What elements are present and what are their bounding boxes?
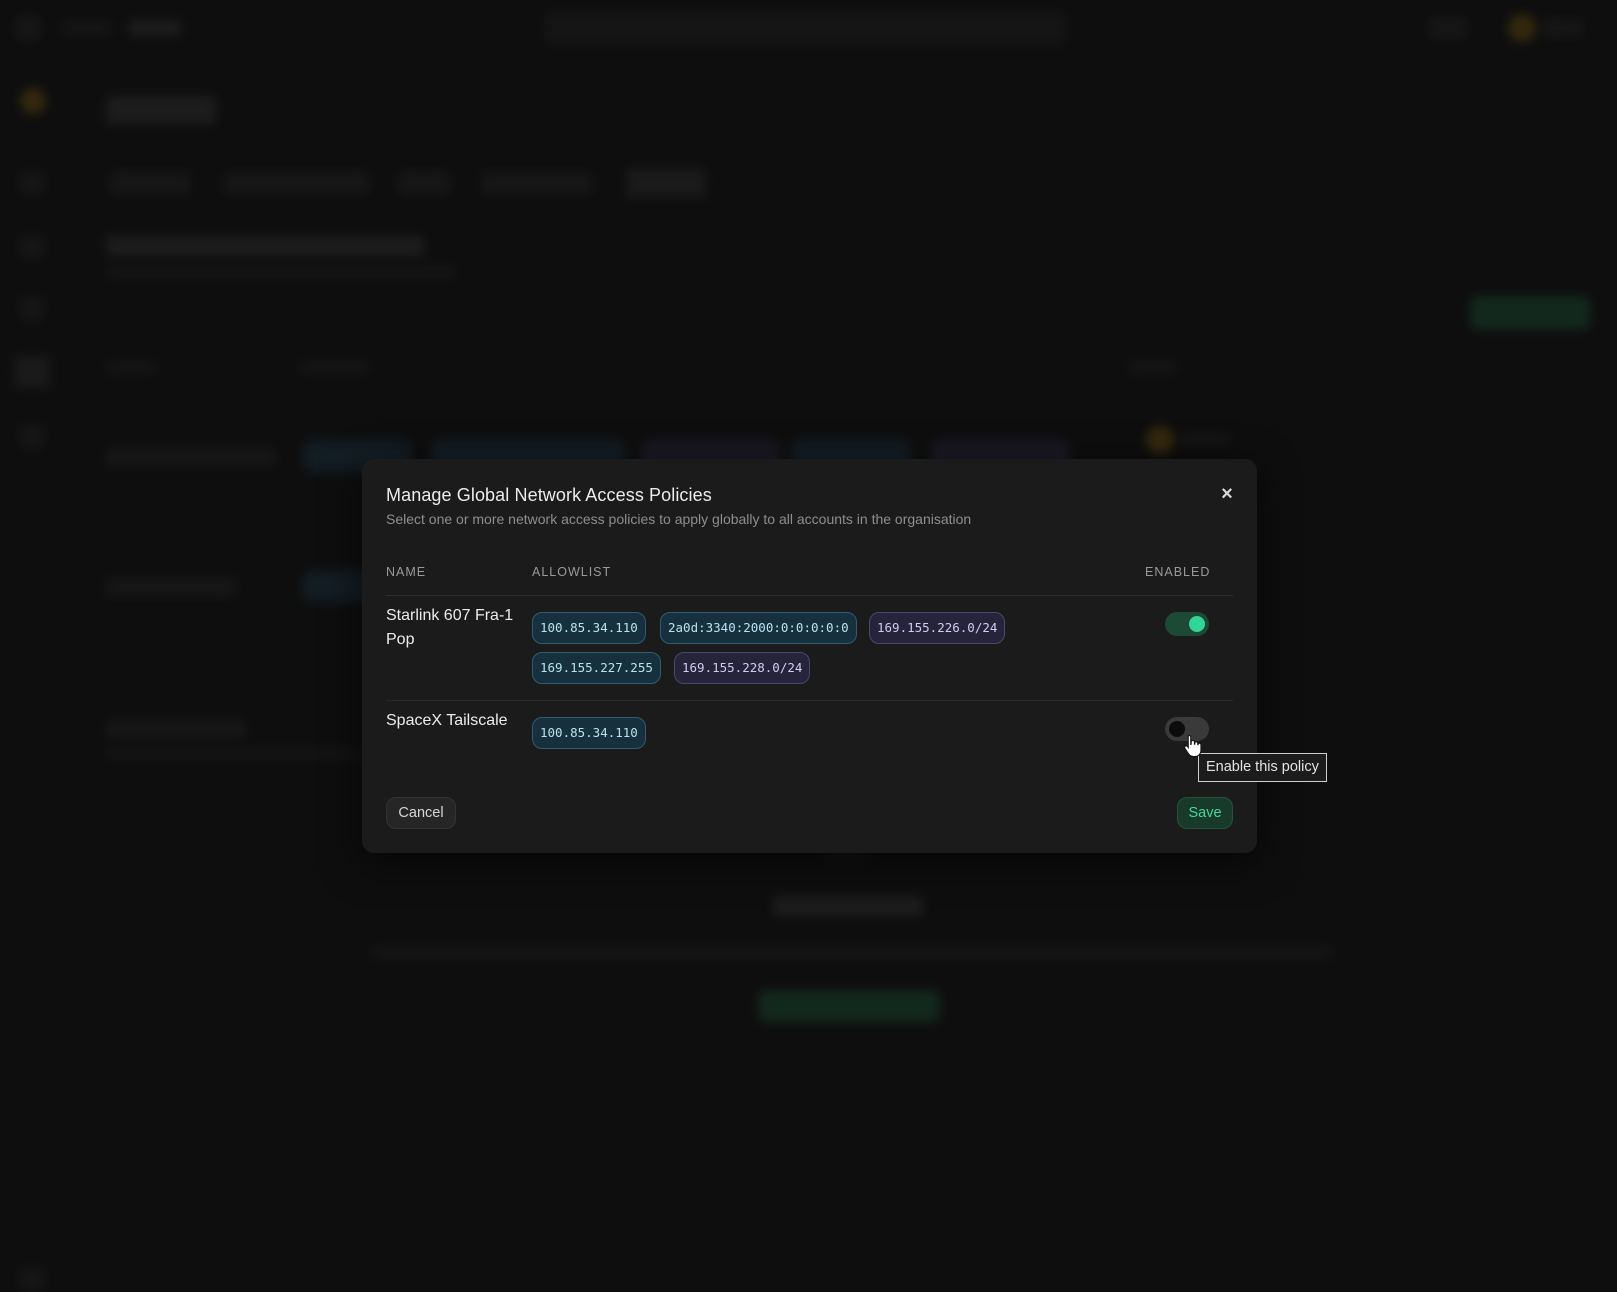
allowlist-chip: 100.85.34.110 <box>532 612 646 644</box>
policy-name: SpaceX Tailscale <box>386 712 508 729</box>
row-divider <box>386 700 1233 701</box>
policy-enabled-toggle[interactable] <box>1165 612 1209 636</box>
manage-policies-dialog: Manage Global Network Access Policies Se… <box>362 459 1257 853</box>
allowlist-chip: 169.155.226.0/24 <box>869 612 1006 644</box>
dialog-title: Manage Global Network Access Policies <box>386 485 712 505</box>
allowlist-chip: 169.155.228.0/24 <box>674 652 811 684</box>
save-button[interactable]: Save <box>1177 797 1233 829</box>
close-icon[interactable]: × <box>1217 484 1237 504</box>
column-header-name: NAME <box>386 565 427 579</box>
header-divider <box>386 595 1233 596</box>
allowlist-chip: 2a0d:3340:2000:0:0:0:0:0 <box>660 612 857 644</box>
allowlist-chip: 100.85.34.110 <box>532 717 646 749</box>
column-header-allowlist: ALLOWLIST <box>532 565 612 579</box>
column-header-enabled: ENABLED <box>1145 565 1211 579</box>
toggle-knob <box>1189 616 1205 632</box>
allowlist-chip: 169.155.227.255 <box>532 652 661 684</box>
policy-name: Starlink 607 Fra-1 Pop <box>386 607 514 648</box>
pointer-hand-icon <box>1184 734 1202 757</box>
enable-policy-tooltip: Enable this policy <box>1198 753 1327 782</box>
dialog-subtitle: Select one or more network access polici… <box>386 511 972 527</box>
cancel-button[interactable]: Cancel <box>386 797 456 829</box>
